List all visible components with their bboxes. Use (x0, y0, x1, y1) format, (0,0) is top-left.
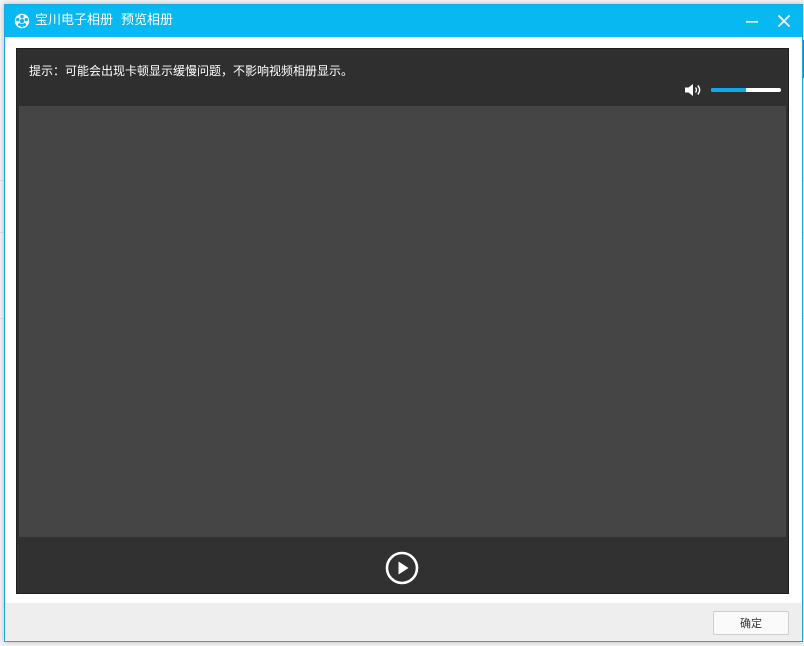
app-name: 宝川电子相册 (35, 13, 114, 28)
hint-text: 提示：可能会出现卡顿显示缓慢问题，不影响视频相册显示。 (29, 64, 354, 78)
volume-slider[interactable] (711, 88, 781, 92)
ok-button[interactable]: 确定 (713, 611, 789, 635)
speaker-icon[interactable] (684, 83, 704, 97)
volume-slider-fill (711, 88, 746, 92)
dialog-footer: 确定 (5, 603, 802, 641)
dialog-title: 预览相册 (121, 13, 174, 28)
window-title: 宝川电子相册 预览相册 (35, 12, 173, 30)
film-reel-icon (14, 13, 30, 29)
title-bar[interactable]: 宝川电子相册 预览相册 (5, 5, 802, 37)
preview-dialog: 宝川电子相册 预览相册 提示：可能会出现卡顿显示缓慢问题，不影响视频相册显示。 确… (4, 4, 803, 642)
video-player: 提示：可能会出现卡顿显示缓慢问题，不影响视频相册显示。 (16, 48, 789, 594)
video-display-area[interactable] (19, 106, 786, 537)
minimize-button[interactable] (742, 11, 762, 31)
player-control-bar (17, 537, 788, 593)
close-button[interactable] (774, 11, 794, 31)
play-icon[interactable] (385, 551, 419, 585)
